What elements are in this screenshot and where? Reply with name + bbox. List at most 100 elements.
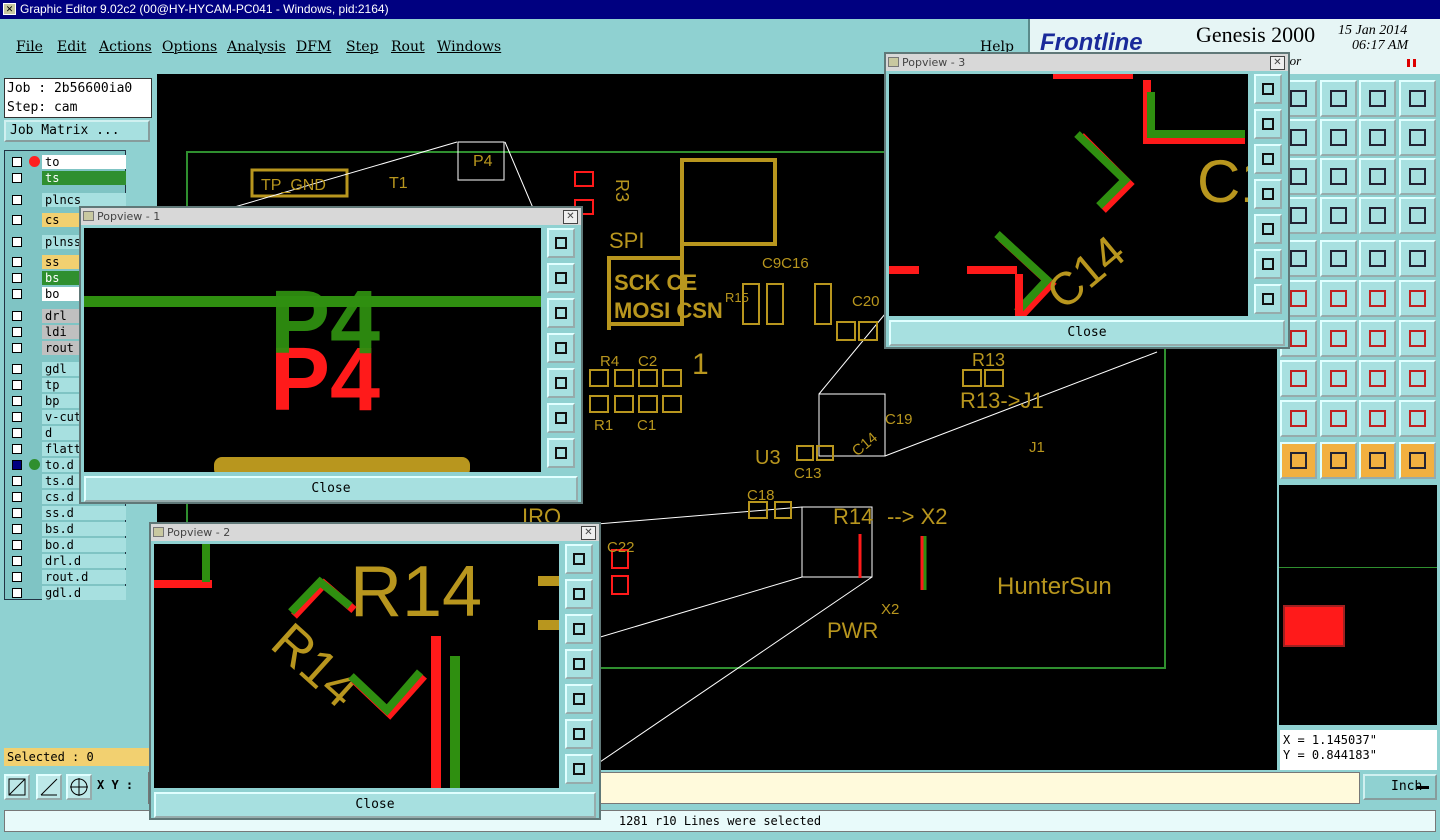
tool-button[interactable]	[1280, 442, 1317, 479]
layer-checkbox[interactable]	[12, 273, 22, 283]
layer-checkbox[interactable]	[12, 572, 22, 582]
layer-checkbox[interactable]	[12, 508, 22, 518]
close-icon[interactable]: ✕	[1270, 56, 1285, 70]
layer-row[interactable]: bs.d	[8, 522, 126, 537]
layer-checkbox[interactable]	[12, 412, 22, 422]
tool-button[interactable]	[1399, 442, 1436, 479]
tool-button[interactable]	[1320, 400, 1357, 437]
layer-checkbox[interactable]	[12, 215, 22, 225]
tool-button[interactable]	[1399, 400, 1436, 437]
popview-2-close-button[interactable]: Close	[154, 792, 596, 818]
tool-button[interactable]	[1320, 360, 1357, 397]
popview-zoom-button[interactable]	[565, 754, 593, 784]
popview-zoom-button[interactable]	[1254, 109, 1282, 139]
layer-row[interactable]: drl.d	[8, 554, 126, 569]
menu-edit[interactable]: Edit	[57, 39, 86, 55]
layer-checkbox[interactable]	[12, 237, 22, 247]
tool-button[interactable]	[1399, 360, 1436, 397]
layer-row[interactable]: bo.d	[8, 538, 126, 553]
layer-checkbox[interactable]	[12, 428, 22, 438]
tool-button[interactable]	[1359, 119, 1396, 156]
layer-checkbox[interactable]	[12, 556, 22, 566]
tool-button[interactable]	[1359, 197, 1396, 234]
layer-checkbox[interactable]	[12, 327, 22, 337]
popview-zoom-button[interactable]	[565, 579, 593, 609]
menu-dfm[interactable]: DFM	[296, 39, 331, 55]
layer-checkbox[interactable]	[12, 195, 22, 205]
layer-row[interactable]: ss.d	[8, 506, 126, 521]
tool-button[interactable]	[1320, 197, 1357, 234]
popview-zoom-button[interactable]	[565, 614, 593, 644]
popview-zoom-button[interactable]	[1254, 249, 1282, 279]
tool-button[interactable]	[1359, 400, 1396, 437]
layer-row[interactable]: to	[8, 155, 126, 170]
menu-file[interactable]: File	[16, 39, 43, 55]
popview-zoom-button[interactable]	[1254, 179, 1282, 209]
tool-button[interactable]	[1320, 158, 1357, 195]
tool-button[interactable]	[1359, 442, 1396, 479]
tool-button[interactable]	[1399, 80, 1436, 117]
layer-row[interactable]: gdl.d	[8, 586, 126, 601]
popview-zoom-button[interactable]	[547, 403, 575, 433]
units-select[interactable]: Inch	[1363, 774, 1437, 800]
popview-zoom-button[interactable]	[1254, 144, 1282, 174]
layer-row[interactable]: ts	[8, 171, 126, 186]
layer-checkbox[interactable]	[12, 524, 22, 534]
tool-button[interactable]	[1280, 360, 1317, 397]
layer-row[interactable]: rout.d	[8, 570, 126, 585]
job-matrix-button[interactable]: Job Matrix ...	[4, 120, 150, 142]
layer-checkbox[interactable]	[12, 289, 22, 299]
popview-3-titlebar[interactable]: Popview - 3 ✕	[886, 54, 1288, 71]
menu-analysis[interactable]: Analysis	[227, 39, 286, 55]
popview-zoom-button[interactable]	[547, 438, 575, 468]
tool-button[interactable]	[1320, 320, 1357, 357]
tool-button[interactable]	[1399, 197, 1436, 234]
popview-2-canvas[interactable]: R14 R14	[154, 544, 559, 788]
popview-zoom-button[interactable]	[565, 649, 593, 679]
snap-button[interactable]	[4, 774, 30, 800]
tool-button[interactable]	[1399, 240, 1436, 277]
popview-3-canvas[interactable]: C14 C1	[889, 74, 1248, 316]
tool-button[interactable]	[1399, 280, 1436, 317]
overview-map[interactable]	[1279, 485, 1437, 725]
grid-button[interactable]	[66, 774, 92, 800]
popview-zoom-button[interactable]	[547, 263, 575, 293]
layer-checkbox[interactable]	[12, 311, 22, 321]
layer-checkbox[interactable]	[12, 157, 22, 167]
tool-button[interactable]	[1320, 280, 1357, 317]
menu-rout[interactable]: Rout	[391, 39, 425, 55]
close-icon[interactable]: ✕	[581, 526, 596, 540]
tool-button[interactable]	[1359, 280, 1396, 317]
popview-zoom-button[interactable]	[547, 228, 575, 258]
popview-3-close-button[interactable]: Close	[889, 320, 1285, 346]
popview-zoom-button[interactable]	[1254, 74, 1282, 104]
tool-button[interactable]	[1359, 158, 1396, 195]
layer-checkbox[interactable]	[12, 476, 22, 486]
popview-2-titlebar[interactable]: Popview - 2 ✕	[151, 524, 599, 541]
menu-step[interactable]: Step	[346, 39, 378, 55]
tool-button[interactable]	[1399, 158, 1436, 195]
tool-button[interactable]	[1359, 80, 1396, 117]
layer-checkbox[interactable]	[12, 588, 22, 598]
tool-button[interactable]	[1320, 80, 1357, 117]
layer-checkbox[interactable]	[12, 444, 22, 454]
layer-checkbox[interactable]	[12, 380, 22, 390]
popview-zoom-button[interactable]	[547, 298, 575, 328]
tool-button[interactable]	[1320, 119, 1357, 156]
menu-options[interactable]: Options	[162, 39, 217, 55]
popview-1-canvas[interactable]: P4 P4	[84, 228, 541, 472]
popview-zoom-button[interactable]	[1254, 214, 1282, 244]
popview-zoom-button[interactable]	[565, 544, 593, 574]
layer-checkbox[interactable]	[12, 343, 22, 353]
tool-button[interactable]	[1399, 320, 1436, 357]
popview-1-close-button[interactable]: Close	[84, 476, 578, 502]
layer-checkbox[interactable]	[12, 492, 22, 502]
popview-zoom-button[interactable]	[1254, 284, 1282, 314]
tool-button[interactable]	[1359, 240, 1396, 277]
tool-button[interactable]	[1320, 240, 1357, 277]
tool-button[interactable]	[1399, 119, 1436, 156]
tool-button[interactable]	[1280, 400, 1317, 437]
tool-button[interactable]	[1320, 442, 1357, 479]
menu-windows[interactable]: Windows	[437, 39, 501, 55]
tool-button[interactable]	[1359, 320, 1396, 357]
